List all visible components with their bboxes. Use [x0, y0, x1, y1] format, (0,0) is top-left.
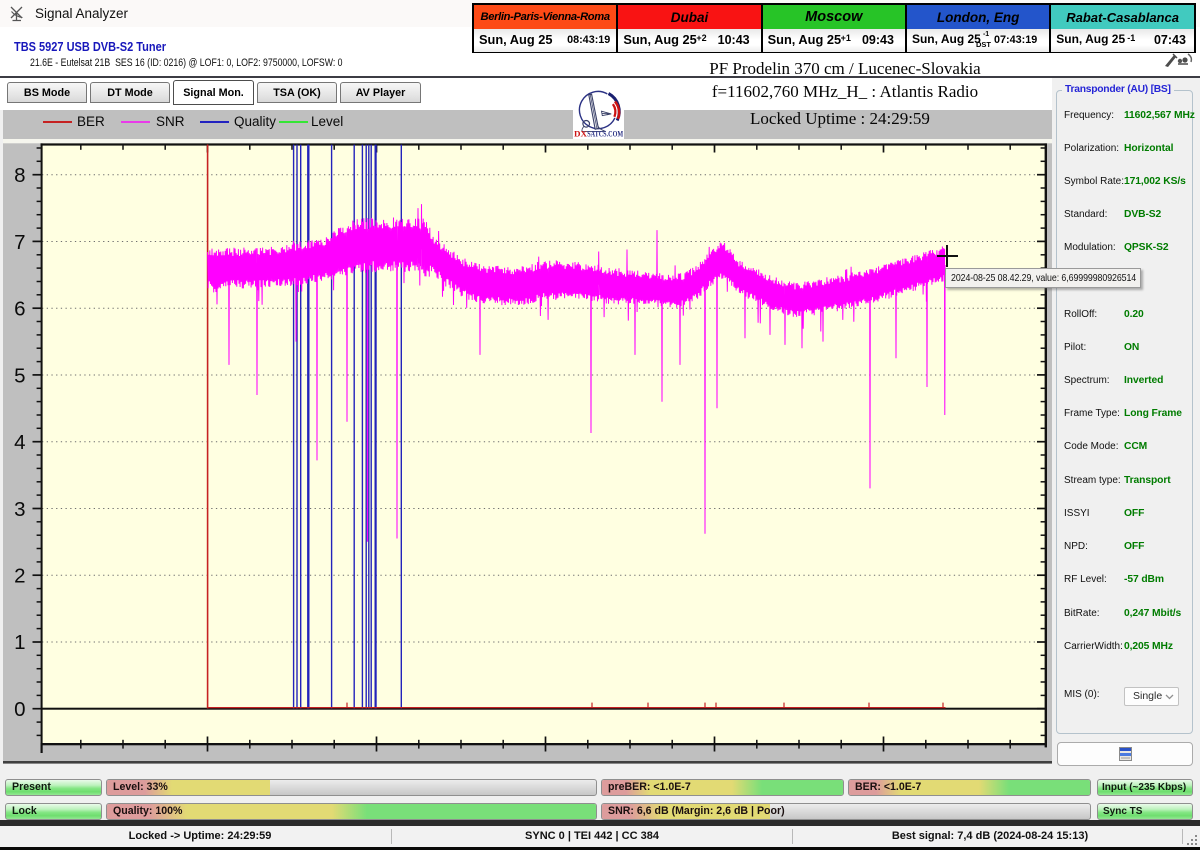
- svg-text:5: 5: [14, 364, 25, 387]
- svg-text:7: 7: [14, 231, 25, 254]
- svg-text:6: 6: [14, 298, 25, 321]
- svg-text:4: 4: [14, 431, 25, 454]
- svg-text:2: 2: [14, 565, 25, 588]
- svg-text:8: 8: [14, 164, 25, 187]
- svg-text:3: 3: [14, 498, 25, 521]
- svg-text:DX: DX: [574, 130, 587, 139]
- svg-text:1: 1: [14, 631, 25, 654]
- svg-text:SATCS.COM: SATCS.COM: [587, 130, 623, 139]
- svg-text:0: 0: [14, 698, 25, 721]
